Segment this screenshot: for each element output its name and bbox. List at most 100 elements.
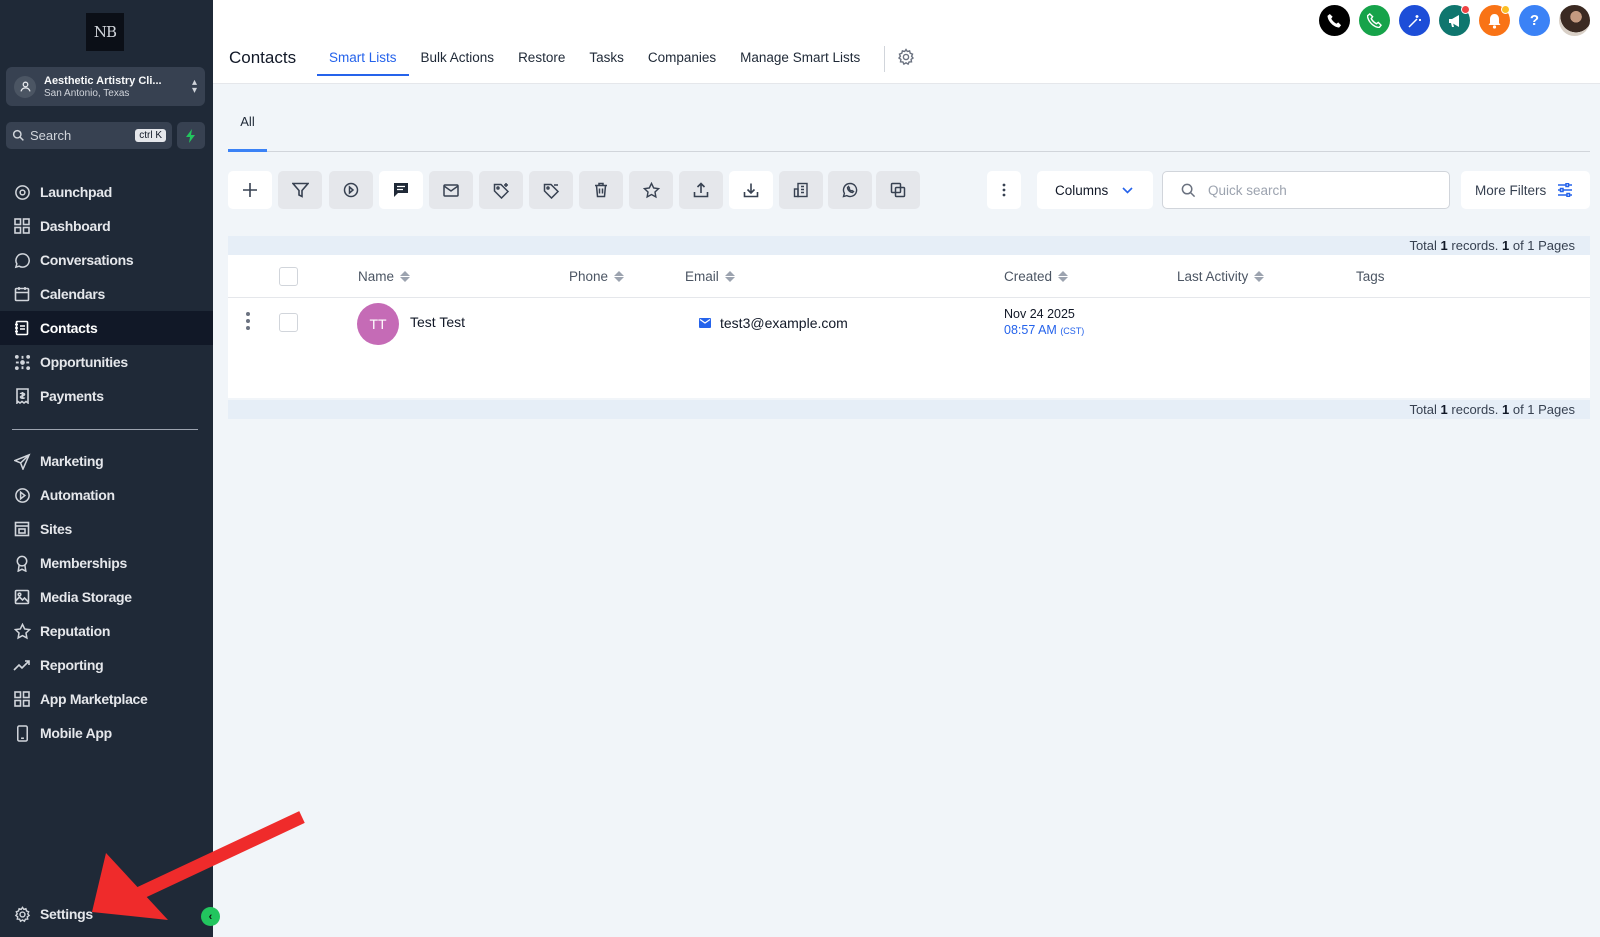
created-date: Nov 24 2025: [1004, 307, 1075, 321]
sidebar-item-memberships[interactable]: Memberships: [0, 546, 213, 580]
page-title: Contacts: [229, 48, 297, 67]
account-name: Aesthetic Artistry Cli...: [44, 74, 162, 87]
sidebar-item-dashboard[interactable]: Dashboard: [0, 209, 213, 243]
company-icon: [793, 182, 808, 198]
column-label: Phone: [569, 269, 609, 284]
columns-dropdown[interactable]: Columns: [1037, 171, 1153, 209]
table-row[interactable]: TT Test Test test3@example.com Nov 24 20…: [228, 298, 1590, 353]
sidebar-item-contacts[interactable]: Contacts: [0, 311, 213, 345]
sidebar-item-label: Payments: [40, 388, 104, 404]
announcements-button[interactable]: [1439, 5, 1470, 36]
tab-companies[interactable]: Companies: [636, 50, 728, 76]
column-header-created[interactable]: Created: [1004, 269, 1069, 284]
tab-smart-lists[interactable]: Smart Lists: [317, 50, 409, 76]
account-switcher[interactable]: Aesthetic Artistry Cli... San Antonio, T…: [6, 67, 205, 106]
import-icon: [743, 183, 759, 198]
tab-bulk-actions[interactable]: Bulk Actions: [409, 50, 507, 76]
select-all-checkbox[interactable]: [279, 267, 298, 286]
send-email-button[interactable]: [429, 171, 473, 209]
sort-icon: [614, 271, 625, 282]
user-avatar[interactable]: [1559, 5, 1590, 36]
tab-tasks[interactable]: Tasks: [577, 50, 636, 76]
sidebar-item-conversations[interactable]: Conversations: [0, 243, 213, 277]
sidebar-item-label: Dashboard: [40, 218, 111, 234]
sidebar-item-marketing[interactable]: Marketing: [0, 444, 213, 478]
sidebar-item-label: Memberships: [40, 555, 127, 571]
filter-button[interactable]: [278, 171, 322, 209]
sidebar-item-label: Reporting: [40, 657, 104, 673]
add-tag-button[interactable]: [479, 171, 523, 209]
sidebar-item-media-storage[interactable]: Media Storage: [0, 580, 213, 614]
sidebar-item-reporting[interactable]: Reporting: [0, 648, 213, 682]
records-mid: records.: [1451, 402, 1499, 417]
notification-dot: [1461, 5, 1470, 14]
review-request-button[interactable]: [629, 171, 673, 209]
contacts-table: Name Phone Email Created Last Activity T…: [228, 255, 1590, 398]
sidebar-collapse-button[interactable]: ‹: [201, 907, 220, 926]
more-actions-button[interactable]: [987, 171, 1021, 209]
sidebar-item-label: Settings: [40, 906, 93, 922]
records-summary-bottom: Total 1 records. 1 of 1 Pages: [228, 400, 1590, 419]
tab-restore[interactable]: Restore: [506, 50, 577, 76]
tab-manage-smart-lists[interactable]: Manage Smart Lists: [728, 50, 872, 76]
more-filters-button[interactable]: More Filters: [1461, 171, 1590, 209]
whatsapp-button[interactable]: [828, 171, 872, 209]
sidebar-divider: [12, 429, 198, 430]
sidebar-item-payments[interactable]: Payments: [0, 379, 213, 413]
sidebar-item-label: Conversations: [40, 252, 134, 268]
quick-action-button[interactable]: [177, 122, 205, 149]
column-header-email[interactable]: Email: [685, 269, 735, 284]
automation-icon: [13, 486, 31, 504]
created-timezone: (CST): [1060, 326, 1085, 336]
smart-list-tab-all[interactable]: All: [228, 108, 267, 152]
sidebar-item-automation[interactable]: Automation: [0, 478, 213, 512]
import-button[interactable]: [729, 171, 773, 209]
phone-button[interactable]: [1319, 5, 1350, 36]
delete-button[interactable]: [579, 171, 623, 209]
trend-icon: [13, 656, 31, 674]
contact-email[interactable]: test3@example.com: [699, 315, 848, 331]
column-label: Created: [1004, 269, 1053, 284]
quick-search-input[interactable]: [1208, 182, 1428, 198]
header-action-icons: ?: [1319, 5, 1590, 36]
help-icon: ?: [1529, 12, 1540, 29]
send-sms-button[interactable]: [379, 171, 423, 209]
records-prefix: Total: [1409, 402, 1437, 417]
sidebar-search[interactable]: Search ctrl K: [6, 122, 172, 149]
contact-name-link[interactable]: Test Test: [410, 314, 465, 330]
sidebar-item-calendars[interactable]: Calendars: [0, 277, 213, 311]
row-actions-button[interactable]: [245, 312, 251, 330]
add-contact-button[interactable]: [228, 171, 272, 209]
help-button[interactable]: ?: [1519, 5, 1550, 36]
column-header-name[interactable]: Name: [358, 269, 411, 284]
notifications-button[interactable]: [1479, 5, 1510, 36]
image-icon: [13, 588, 31, 606]
sidebar-item-mobile-app[interactable]: Mobile App: [0, 716, 213, 750]
export-button[interactable]: [679, 171, 723, 209]
merge-icon: [890, 182, 906, 198]
send-icon: [13, 452, 31, 470]
add-to-company-button[interactable]: [779, 171, 823, 209]
contacts-settings-button[interactable]: [897, 48, 915, 76]
sidebar-item-launchpad[interactable]: Launchpad: [0, 175, 213, 209]
sidebar-item-settings[interactable]: Settings: [0, 897, 213, 931]
sidebar-item-reputation[interactable]: Reputation: [0, 614, 213, 648]
row-checkbox[interactable]: [279, 313, 298, 332]
add-to-workflow-button[interactable]: [329, 171, 373, 209]
sidebar-item-app-marketplace[interactable]: App Marketplace: [0, 682, 213, 716]
sidebar-item-sites[interactable]: Sites: [0, 512, 213, 546]
merge-button[interactable]: [876, 171, 920, 209]
trash-icon: [595, 182, 607, 198]
column-header-last-activity[interactable]: Last Activity: [1177, 269, 1265, 284]
column-header-phone[interactable]: Phone: [569, 269, 625, 284]
remove-tag-button[interactable]: [529, 171, 573, 209]
ai-assistant-button[interactable]: [1399, 5, 1430, 36]
sort-icon: [1254, 271, 1265, 282]
quick-search-field[interactable]: [1162, 171, 1450, 209]
call-button[interactable]: [1359, 5, 1390, 36]
more-filters-label: More Filters: [1475, 182, 1547, 198]
sidebar-item-label: Opportunities: [40, 354, 128, 370]
sidebar-item-opportunities[interactable]: Opportunities: [0, 345, 213, 379]
contacts-icon: [13, 319, 31, 337]
sidebar-item-label: Automation: [40, 487, 115, 503]
